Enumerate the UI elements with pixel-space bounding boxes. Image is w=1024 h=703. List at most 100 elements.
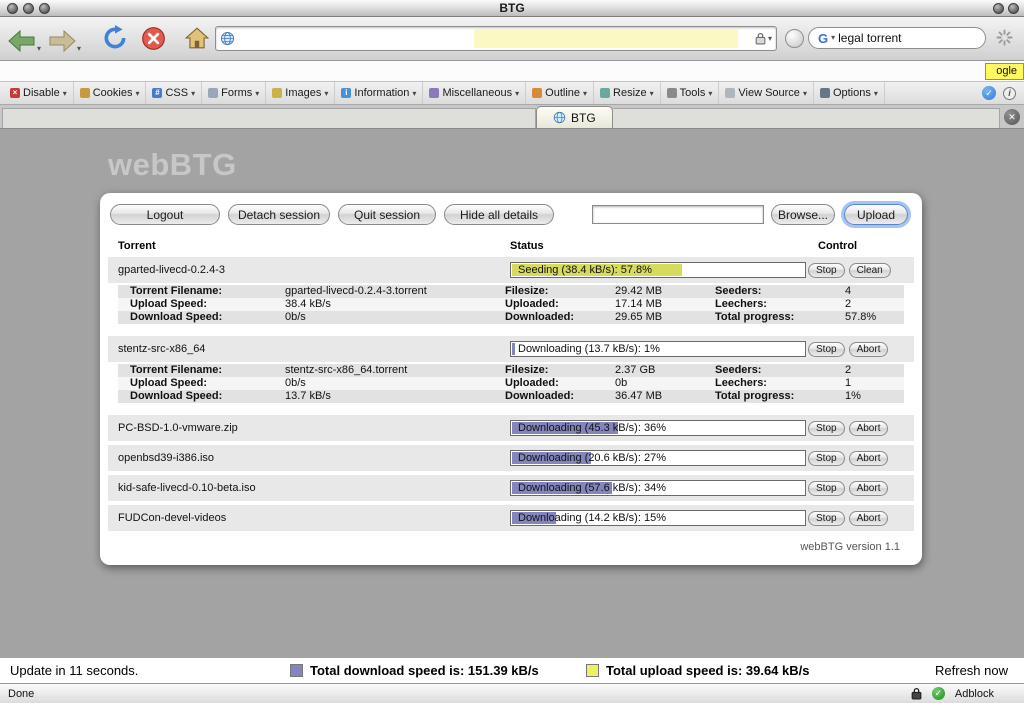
tab-label: BTG <box>571 111 596 125</box>
cookies-icon <box>80 88 90 98</box>
devbar-item[interactable]: Tools ▾ <box>661 82 720 104</box>
torrent-controls: Stop Clean <box>808 263 891 278</box>
statusbar-lock-icon[interactable] <box>911 687 922 700</box>
outline-icon <box>532 88 542 98</box>
torrent-name: FUDCon-devel-videos <box>108 512 502 524</box>
close-window-button[interactable] <box>7 3 18 14</box>
search-engine-caret-icon[interactable]: ▾ <box>831 34 835 42</box>
search-input-value[interactable]: legal torrent <box>838 31 901 45</box>
titlebar-widget-button[interactable] <box>1008 3 1019 14</box>
detail-label: Downloaded: <box>505 311 615 324</box>
url-highlight <box>474 29 738 48</box>
table-headers: Torrent Status Control <box>108 240 914 252</box>
go-button[interactable] <box>785 29 804 48</box>
detail-value: 17.14 MB <box>615 298 715 311</box>
stop-button[interactable]: Stop <box>808 511 845 526</box>
adblock-status[interactable]: Adblock <box>955 688 994 700</box>
devbar-item[interactable]: # CSS ▾ <box>146 82 202 104</box>
back-button[interactable]: ▾ <box>8 29 41 53</box>
stop-button[interactable]: Stop <box>808 263 845 278</box>
window-titlebar[interactable]: BTG <box>0 0 1024 17</box>
tab-favicon-globe-icon <box>553 111 566 124</box>
devbar-item[interactable]: Forms ▾ <box>202 82 266 104</box>
forward-arrow-icon <box>48 29 76 53</box>
browser-toolbar: ▾ ▾ ▾ G <box>0 17 1024 61</box>
dropdown-caret-icon: ▾ <box>583 89 587 98</box>
abort-button[interactable]: Abort <box>849 511 889 526</box>
torrent-group: stentz-src-x86_64 Downloading (13.7 kB/s… <box>108 336 914 403</box>
stop-button[interactable]: Stop <box>808 421 845 436</box>
stop-button[interactable]: Stop <box>808 342 845 357</box>
detail-label: Download Speed: <box>118 390 285 403</box>
security-check-icon[interactable]: ✓ <box>932 687 945 700</box>
minimize-window-button[interactable] <box>23 3 34 14</box>
devbar-item[interactable]: Cookies ▾ <box>74 82 147 104</box>
upload-file-input[interactable] <box>592 205 764 224</box>
devbar-item[interactable]: Images ▾ <box>266 82 335 104</box>
stop-icon <box>141 26 166 51</box>
devbar-item[interactable]: Options ▾ <box>814 82 885 104</box>
refresh-now-link[interactable]: Refresh now <box>935 663 1014 678</box>
titlebar-widget-button[interactable] <box>993 3 1004 14</box>
detail-label: Total progress: <box>715 390 845 403</box>
forward-button[interactable]: ▾ <box>48 29 81 53</box>
page-content: webBTG Logout Detach session Quit sessio… <box>0 129 1024 658</box>
url-dropdown-caret-icon[interactable]: ▾ <box>768 35 772 43</box>
devbar-item[interactable]: i Information ▾ <box>335 82 423 104</box>
stop-button[interactable]: Stop <box>808 451 845 466</box>
stop-button[interactable]: Stop <box>808 481 845 496</box>
url-bar[interactable]: ▾ <box>215 26 777 51</box>
clean-button[interactable]: Clean <box>849 263 891 278</box>
webdev-valid-icon[interactable]: ✓ <box>982 86 996 100</box>
forward-history-caret-icon[interactable]: ▾ <box>77 45 81 53</box>
devbar-item[interactable]: Outline ▾ <box>526 82 594 104</box>
detach-session-button[interactable]: Detach session <box>228 204 330 225</box>
detail-value: 13.7 kB/s <box>285 390 505 403</box>
resize-icon <box>600 88 610 98</box>
torrent-name: stentz-src-x86_64 <box>108 343 502 355</box>
webdev-items: × Disable ▾ Cookies ▾ # CSS ▾ Forms ▾ Im… <box>4 82 885 104</box>
detail-value: 29.42 MB <box>615 285 715 298</box>
webdev-toolbar: × Disable ▾ Cookies ▾ # CSS ▾ Forms ▾ Im… <box>0 82 1024 105</box>
devbar-item[interactable]: View Source ▾ <box>719 82 814 104</box>
detail-label: Downloaded: <box>505 390 615 403</box>
quit-session-button[interactable]: Quit session <box>338 204 436 225</box>
devbar-item[interactable]: Miscellaneous ▾ <box>423 82 526 104</box>
home-icon <box>185 27 209 49</box>
devbar-item[interactable]: × Disable ▾ <box>4 82 74 104</box>
browse-button[interactable]: Browse... <box>771 204 835 225</box>
detail-value: 57.8% <box>845 311 904 324</box>
tab-close-button[interactable]: ✕ <box>1004 109 1020 125</box>
totals-bar: Update in 11 seconds. Total download spe… <box>0 658 1024 683</box>
torrent-progress-bar: Seeding (38.4 kB/s): 57.8% <box>510 262 806 278</box>
abort-button[interactable]: Abort <box>849 451 889 466</box>
home-button[interactable] <box>185 27 209 54</box>
dropdown-caret-icon: ▾ <box>324 89 328 98</box>
dropdown-caret-icon: ▾ <box>135 89 139 98</box>
search-tooltip: ogle <box>985 63 1024 80</box>
globe-favicon <box>220 31 235 46</box>
torrent-name: PC-BSD-1.0-vmware.zip <box>108 422 502 434</box>
abort-button[interactable]: Abort <box>849 481 889 496</box>
back-history-caret-icon[interactable]: ▾ <box>37 45 41 53</box>
search-field[interactable]: G ▾ legal torrent <box>808 27 986 49</box>
google-search-icon[interactable]: G <box>818 31 828 46</box>
status-text: Done <box>8 688 34 700</box>
logout-button[interactable]: Logout <box>110 204 220 225</box>
tab-btg[interactable]: BTG <box>536 106 613 128</box>
upload-button[interactable]: Upload <box>844 204 908 225</box>
reload-button[interactable] <box>102 25 128 56</box>
abort-button[interactable]: Abort <box>849 342 889 357</box>
devbar-item[interactable]: Resize ▾ <box>594 82 661 104</box>
activity-spinner-icon <box>996 29 1013 51</box>
dropdown-caret-icon: ▾ <box>255 89 259 98</box>
detail-value: 36.47 MB <box>615 390 715 403</box>
stop-button[interactable] <box>141 26 166 56</box>
hide-details-button[interactable]: Hide all details <box>444 204 554 225</box>
webdev-info-icon[interactable]: i <box>1003 87 1016 100</box>
torrent-name: gparted-livecd-0.2.4-3 <box>108 264 502 276</box>
dropdown-caret-icon: ▾ <box>412 89 416 98</box>
abort-button[interactable]: Abort <box>849 421 889 436</box>
zoom-window-button[interactable] <box>39 3 50 14</box>
update-countdown: Update in 11 seconds. <box>10 663 290 678</box>
